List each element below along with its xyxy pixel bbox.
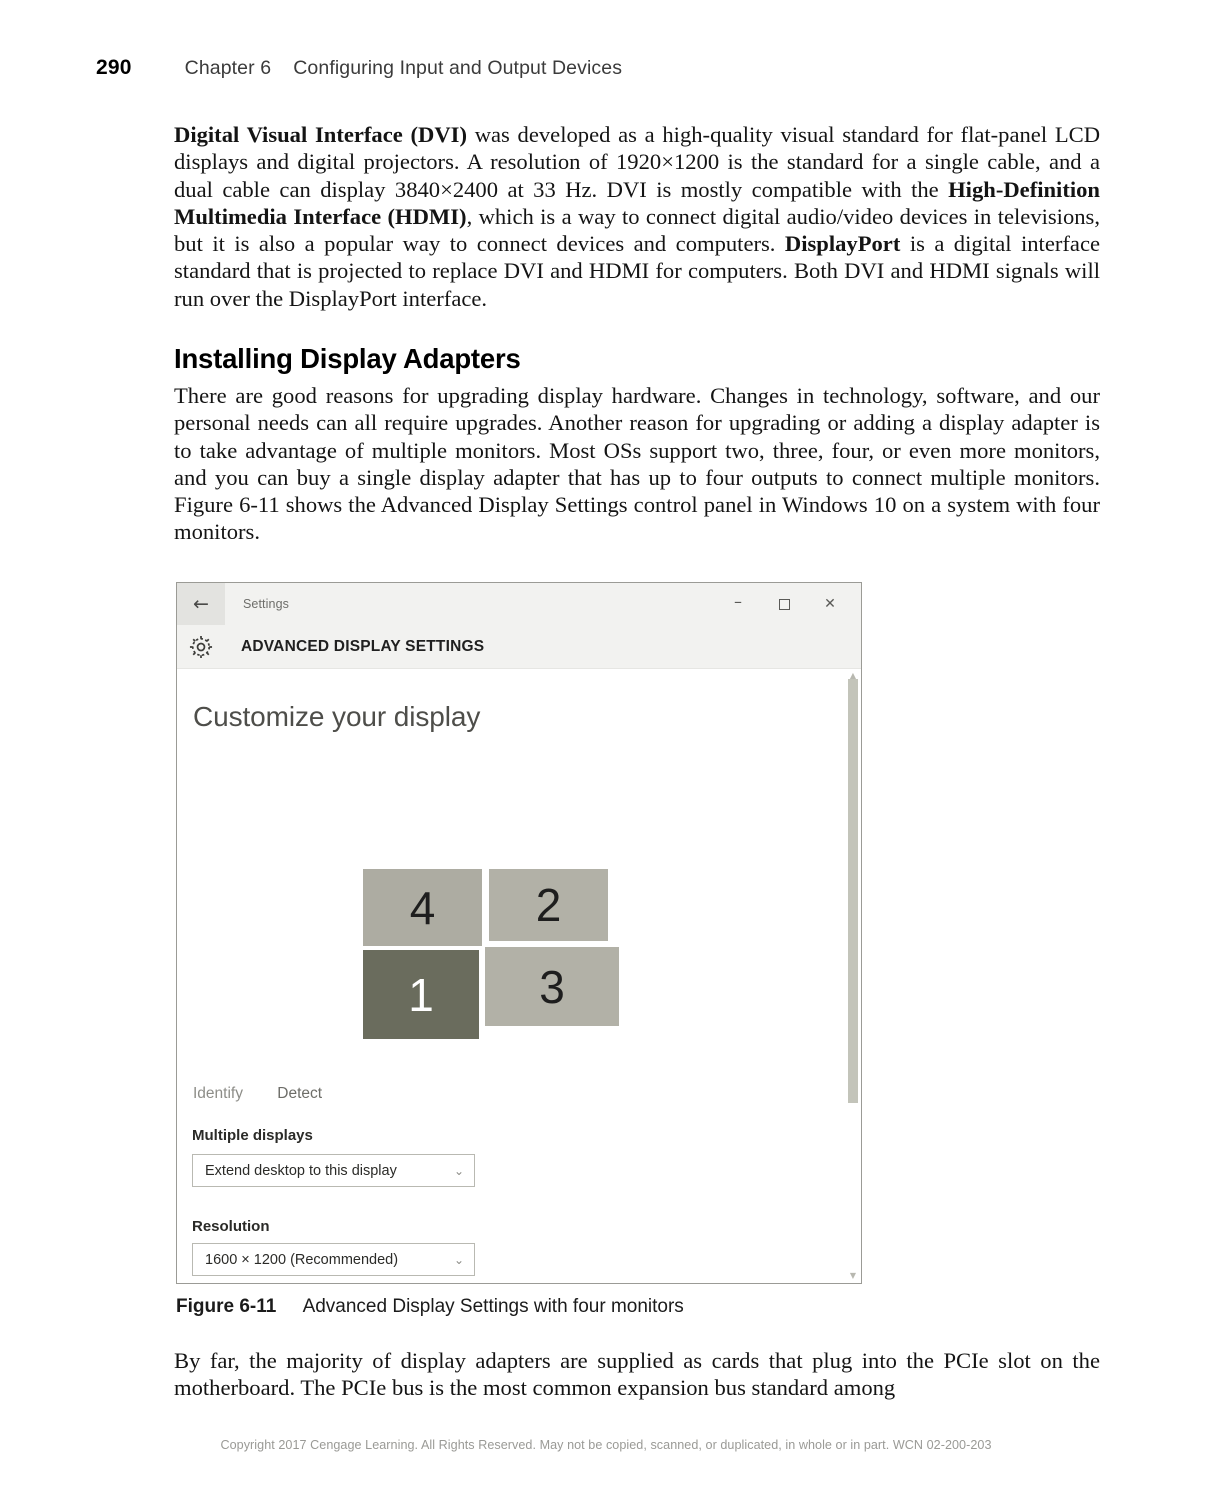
identify-detect-links: Identify Detect <box>193 1085 352 1103</box>
multiple-displays-label: Multiple displays <box>192 1127 313 1144</box>
scrollbar-thumb[interactable] <box>848 679 858 1103</box>
paragraph-block-3: By far, the majority of display adapters… <box>174 1347 1100 1402</box>
running-head: 290 Chapter 6 Configuring Input and Outp… <box>96 56 622 80</box>
gear-icon <box>177 634 225 660</box>
scroll-down-arrow-icon[interactable]: ▼ <box>845 1269 861 1283</box>
paragraph-block-2: There are good reasons for upgrading dis… <box>174 382 1100 546</box>
detect-link[interactable]: Detect <box>277 1085 322 1102</box>
maximize-button[interactable] <box>761 583 807 625</box>
figure-caption-text: Advanced Display Settings with four moni… <box>302 1296 684 1317</box>
chevron-down-icon: ⌄ <box>453 1252 465 1267</box>
copyright-footer: Copyright 2017 Cengage Learning. All Rig… <box>220 1438 992 1452</box>
window-titlebar: ← Settings – ✕ <box>177 583 861 625</box>
resolution-label: Resolution <box>192 1218 270 1235</box>
customize-display-heading: Customize your display <box>193 701 481 732</box>
maximize-icon <box>778 598 790 610</box>
chapter-title: Chapter 6 Configuring Input and Output D… <box>184 57 623 79</box>
window-controls: – ✕ <box>715 583 853 625</box>
settings-header: ADVANCED DISPLAY SETTINGS <box>177 625 861 669</box>
page-number: 290 <box>96 56 132 79</box>
figure-6-11-image: ← Settings – ✕ ADVANCED DISPLAY SETTINGS <box>176 582 862 1284</box>
section-heading: Installing Display Adapters <box>174 343 521 374</box>
figure-caption: Figure 6-11 Advanced Display Settings wi… <box>176 1296 684 1318</box>
paragraph-3: By far, the majority of display adapters… <box>174 1348 1100 1401</box>
window-title: Settings <box>243 597 289 611</box>
monitor-tile-1[interactable]: 1 <box>363 950 479 1039</box>
resolution-select[interactable]: 1600 × 1200 (Recommended) ⌄ <box>192 1243 475 1276</box>
settings-window: ← Settings – ✕ ADVANCED DISPLAY SETTINGS <box>176 582 862 1284</box>
minimize-button[interactable]: – <box>715 583 761 628</box>
paragraph-block-1: Digital Visual Interface (DVI) was devel… <box>174 121 1100 312</box>
close-button[interactable]: ✕ <box>807 583 853 625</box>
vertical-scrollbar[interactable]: ▲ ▼ <box>845 669 861 1283</box>
monitor-arrangement[interactable]: 4 2 1 3 <box>363 869 629 1041</box>
paragraph-1: Digital Visual Interface (DVI) was devel… <box>174 122 1101 311</box>
multiple-displays-select[interactable]: Extend desktop to this display ⌄ <box>192 1154 475 1187</box>
chevron-down-icon: ⌄ <box>453 1163 465 1178</box>
back-arrow-icon[interactable]: ← <box>177 583 225 625</box>
monitor-tile-2[interactable]: 2 <box>489 869 608 941</box>
identify-link[interactable]: Identify <box>193 1085 243 1102</box>
settings-page-title: ADVANCED DISPLAY SETTINGS <box>241 637 485 655</box>
resolution-value: 1600 × 1200 (Recommended) <box>205 1251 399 1268</box>
settings-content: Customize your display 4 2 1 3 Identify … <box>177 669 861 1283</box>
figure-number: Figure 6-11 <box>176 1296 277 1317</box>
multiple-displays-value: Extend desktop to this display <box>205 1162 397 1179</box>
monitor-tile-4[interactable]: 4 <box>363 869 482 946</box>
monitor-tile-3[interactable]: 3 <box>485 947 619 1026</box>
paragraph-2: There are good reasons for upgrading dis… <box>174 383 1100 545</box>
